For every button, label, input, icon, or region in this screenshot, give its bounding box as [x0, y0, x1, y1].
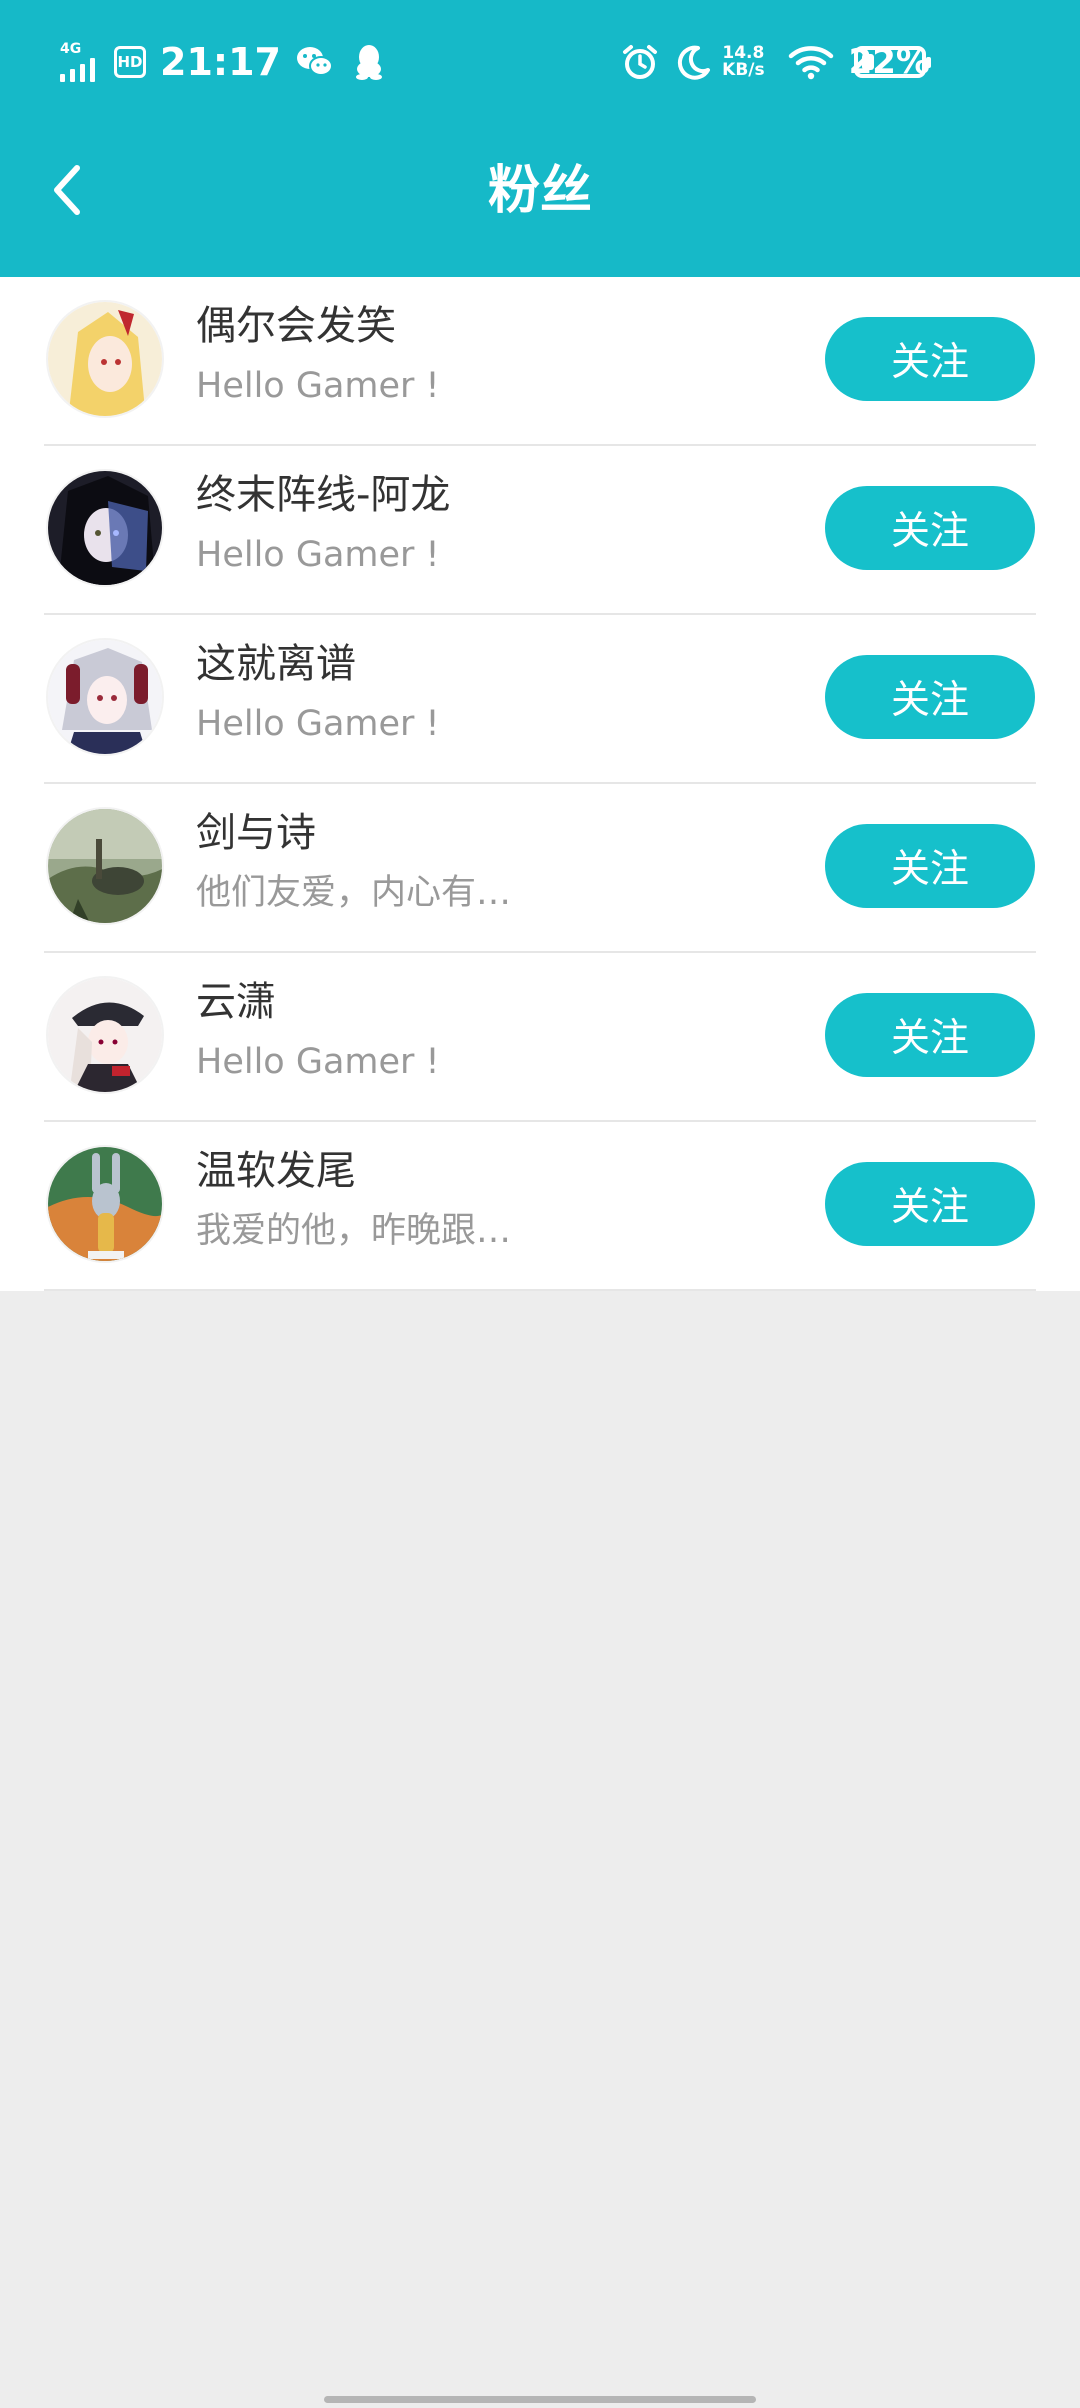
avatar[interactable] — [46, 469, 164, 587]
follower-row[interactable]: 剑与诗 他们友爱，内心有… 关注 — [0, 784, 1080, 953]
avatar[interactable] — [46, 976, 164, 1094]
follower-name: 温软发尾 — [196, 1148, 356, 1194]
follow-button[interactable]: 关注 — [825, 317, 1035, 401]
follower-name: 云潇 — [196, 979, 276, 1025]
app-header: 4G HD 21:17 14.8 KB/s 22% 粉丝 — [0, 0, 1080, 277]
follower-row[interactable]: 终末阵线-阿龙 Hello Gamer ! 关注 — [0, 446, 1080, 615]
wifi-icon — [787, 42, 835, 82]
follower-bio: Hello Gamer ! — [196, 704, 440, 744]
follower-row[interactable]: 云潇 Hello Gamer ! 关注 — [0, 953, 1080, 1122]
home-indicator[interactable] — [324, 2396, 756, 2403]
avatar[interactable] — [46, 300, 164, 418]
network-type: 4G — [60, 41, 82, 57]
follower-bio: Hello Gamer ! — [196, 535, 440, 575]
avatar[interactable] — [46, 807, 164, 925]
follower-bio: 我爱的他，昨晚跟… — [196, 1211, 512, 1251]
follower-bio: 他们友爱，内心有… — [196, 873, 512, 913]
follower-name: 这就离谱 — [196, 641, 356, 687]
follower-row[interactable]: 偶尔会发笑 Hello Gamer ! 关注 — [0, 277, 1080, 446]
net-speed-unit: KB/s — [722, 60, 765, 80]
follow-button[interactable]: 关注 — [825, 824, 1035, 908]
avatar[interactable] — [46, 1145, 164, 1263]
follower-row[interactable]: 温软发尾 我爱的他，昨晚跟… 关注 — [0, 1122, 1080, 1291]
alarm-icon — [620, 42, 660, 82]
net-speed: 14.8 KB/s — [722, 45, 764, 79]
wechat-icon — [295, 42, 335, 82]
follow-button[interactable]: 关注 — [825, 1162, 1035, 1246]
follower-bio: Hello Gamer ! — [196, 1042, 440, 1082]
moon-icon — [674, 42, 714, 82]
follow-button[interactable]: 关注 — [825, 486, 1035, 570]
signal-icon: 4G — [56, 42, 104, 82]
follow-button[interactable]: 关注 — [825, 655, 1035, 739]
status-bar: 4G HD 21:17 14.8 KB/s 22% — [0, 0, 1080, 125]
hd-badge: HD — [114, 46, 146, 78]
status-time: 21:17 — [160, 40, 281, 84]
follower-name: 偶尔会发笑 — [196, 303, 396, 349]
follow-button[interactable]: 关注 — [825, 993, 1035, 1077]
avatar[interactable] — [46, 638, 164, 756]
page-title: 粉丝 — [487, 161, 592, 221]
follower-row[interactable]: 这就离谱 Hello Gamer ! 关注 — [0, 615, 1080, 784]
follower-name: 终末阵线-阿龙 — [196, 472, 451, 518]
qq-icon — [349, 42, 389, 82]
follower-list: 偶尔会发笑 Hello Gamer ! 关注 终末阵线-阿龙 Hello Gam… — [0, 277, 1080, 1291]
divider — [44, 1289, 1036, 1291]
battery-icon — [854, 46, 931, 78]
status-left: 4G HD 21:17 — [56, 36, 389, 88]
follower-bio: Hello Gamer ! — [196, 366, 440, 406]
follower-name: 剑与诗 — [196, 810, 316, 856]
